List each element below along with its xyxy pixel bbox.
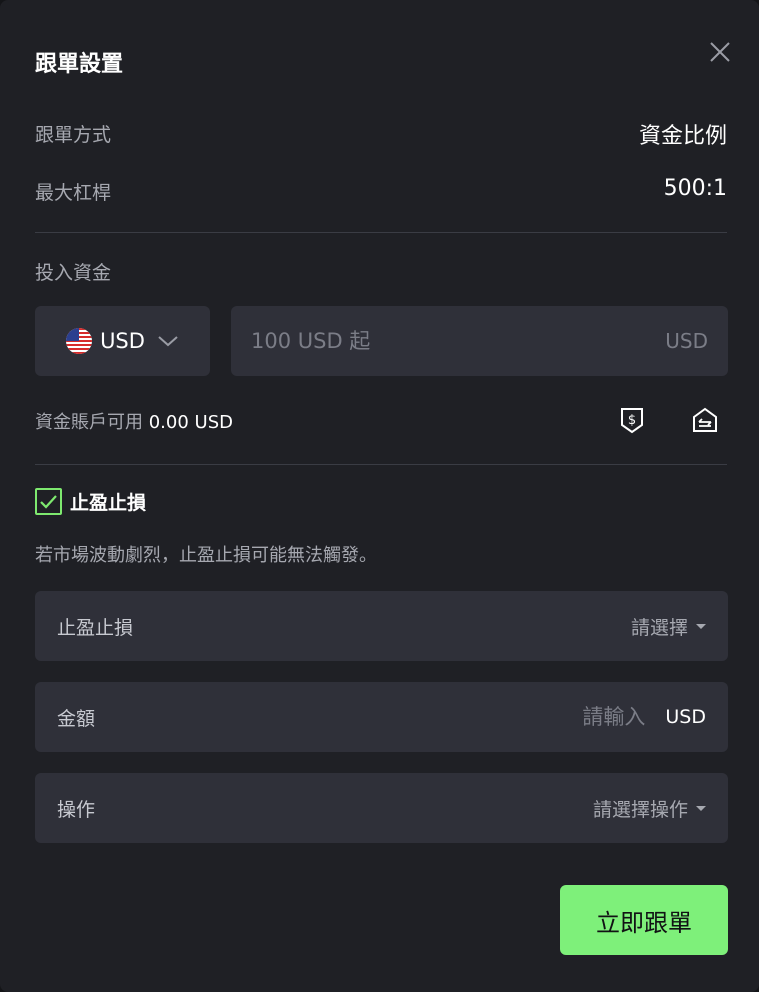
tp-sl-warning: 若市場波動劇烈，止盈止損可能無法觸發。 [35,545,377,566]
tp-sl-amount-label: 金額 [57,707,96,730]
available-label: 資金賬戶可用 [35,412,143,433]
copy-trade-settings-modal: 跟單設置 跟單方式 資金比例 最大杠桿 500:1 投入資金 USD USD [0,0,759,992]
investment-amount-box: USD [231,306,728,376]
copy-method-label: 跟單方式 [35,124,112,146]
caret-down-icon [696,623,706,629]
copy-now-button[interactable]: 立即跟單 [560,885,728,955]
tp-sl-checkbox-label: 止盈止損 [70,492,147,514]
close-icon[interactable] [706,38,734,66]
tp-sl-action-select[interactable]: 操作 請選擇操作 [35,773,728,843]
chevron-down-icon [158,336,178,347]
tp-sl-type-select[interactable]: 止盈止損 請選擇 [35,591,728,661]
divider [35,232,727,233]
deposit-icon[interactable]: $ [617,405,647,435]
us-flag-icon [66,328,93,354]
max-leverage-value: 500:1 [663,176,727,201]
max-leverage-label: 最大杠桿 [35,182,112,204]
caret-down-icon [696,805,706,811]
amount-unit: USD [665,329,708,353]
currency-select[interactable]: USD [35,306,210,376]
tp-sl-type-dropdown[interactable]: 請選擇 [631,613,706,640]
copy-method-value: 資金比例 [638,124,727,149]
tp-sl-amount-input[interactable] [535,705,646,729]
tp-sl-checkbox[interactable] [35,488,62,515]
tp-sl-amount-field: 金額 USD [35,682,728,752]
tp-sl-type-placeholder: 請選擇 [630,616,688,639]
tp-sl-action-placeholder: 請選擇操作 [592,798,688,821]
divider [35,464,727,465]
available-balance: 資金賬戶可用 0.00 USD [35,408,233,434]
svg-text:$: $ [628,413,636,428]
currency-code: USD [100,329,145,353]
transfer-icon[interactable] [690,405,720,435]
tp-sl-type-label: 止盈止損 [57,616,134,639]
tp-sl-action-dropdown[interactable]: 請選擇操作 [593,795,706,822]
investment-label: 投入資金 [35,262,112,284]
check-icon [40,495,57,509]
investment-amount-input[interactable] [251,329,666,353]
tp-sl-action-label: 操作 [57,798,96,821]
modal-title: 跟單設置 [35,52,124,77]
tp-sl-amount-unit: USD [665,706,706,728]
available-value: 0.00 USD [148,412,233,433]
